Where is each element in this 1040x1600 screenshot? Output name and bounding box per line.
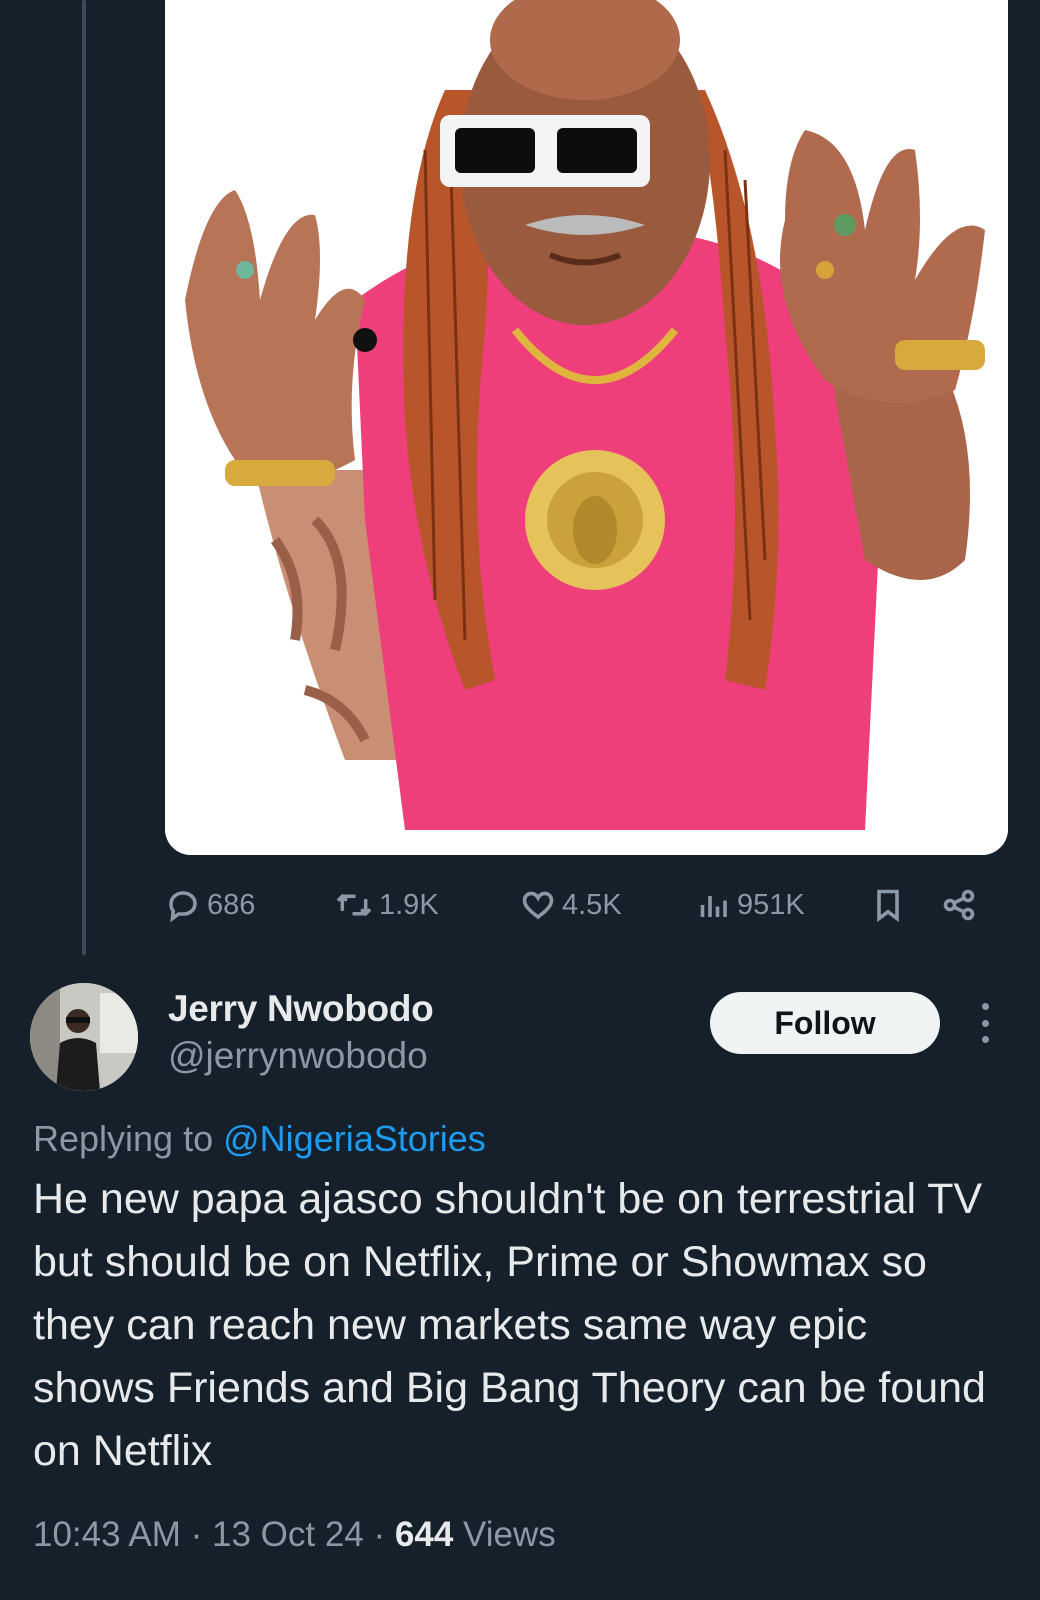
tweet-time[interactable]: 10:43 AM (33, 1515, 181, 1554)
like-button[interactable]: 4.5K (520, 887, 695, 923)
reply-author-header: Jerry Nwobodo @jerrynwobodo Follow (30, 983, 1020, 1093)
repost-icon (336, 893, 372, 917)
view-count: 951K (737, 888, 805, 921)
share-icon (943, 889, 975, 921)
more-options-icon[interactable] (975, 1003, 995, 1043)
bookmark-icon (877, 889, 899, 923)
tweet-views-label: Views (463, 1515, 556, 1554)
repost-count: 1.9K (379, 888, 439, 921)
tweet-text: He new papa ajasco shouldn't be on terre… (33, 1175, 986, 1475)
author-name[interactable]: Jerry Nwobodo (168, 988, 434, 1030)
thread-connector-line (82, 0, 86, 955)
tweet-metadata: 10:43 AM · 13 Oct 24 · 644 Views (33, 1515, 556, 1555)
tweet-views-count: 644 (394, 1515, 454, 1554)
avatar-image (30, 983, 138, 1091)
tweet-photo[interactable] (165, 0, 1008, 855)
reply-count: 686 (207, 888, 256, 921)
tweet-date[interactable]: 13 Oct 24 (212, 1515, 364, 1554)
follow-button[interactable]: Follow (710, 992, 940, 1054)
reply-button[interactable]: 686 (165, 887, 335, 923)
more-dot (981, 1036, 989, 1043)
repost-button[interactable]: 1.9K (335, 887, 520, 923)
meta-separator: · (373, 1515, 386, 1554)
photo-illustration (165, 0, 1008, 855)
avatar[interactable] (30, 983, 138, 1091)
more-dot (981, 1019, 989, 1027)
replying-prefix: Replying to (33, 1118, 214, 1159)
replying-to-mention-link[interactable]: @NigeriaStories (223, 1118, 486, 1159)
share-button[interactable] (940, 887, 980, 923)
reply-icon (169, 891, 197, 923)
bookmark-button[interactable] (870, 887, 940, 923)
like-count: 4.5K (562, 888, 622, 921)
analytics-icon (700, 896, 727, 917)
tweet-action-bar: 686 1.9K 4.5K 951K (165, 880, 995, 930)
views-button[interactable]: 951K (695, 887, 870, 923)
heart-icon (522, 891, 554, 920)
replying-to-line: Replying to @NigeriaStories (33, 1118, 486, 1160)
more-dot (981, 1003, 989, 1010)
meta-separator: · (190, 1515, 203, 1554)
author-handle[interactable]: @jerrynwobodo (168, 1035, 428, 1077)
